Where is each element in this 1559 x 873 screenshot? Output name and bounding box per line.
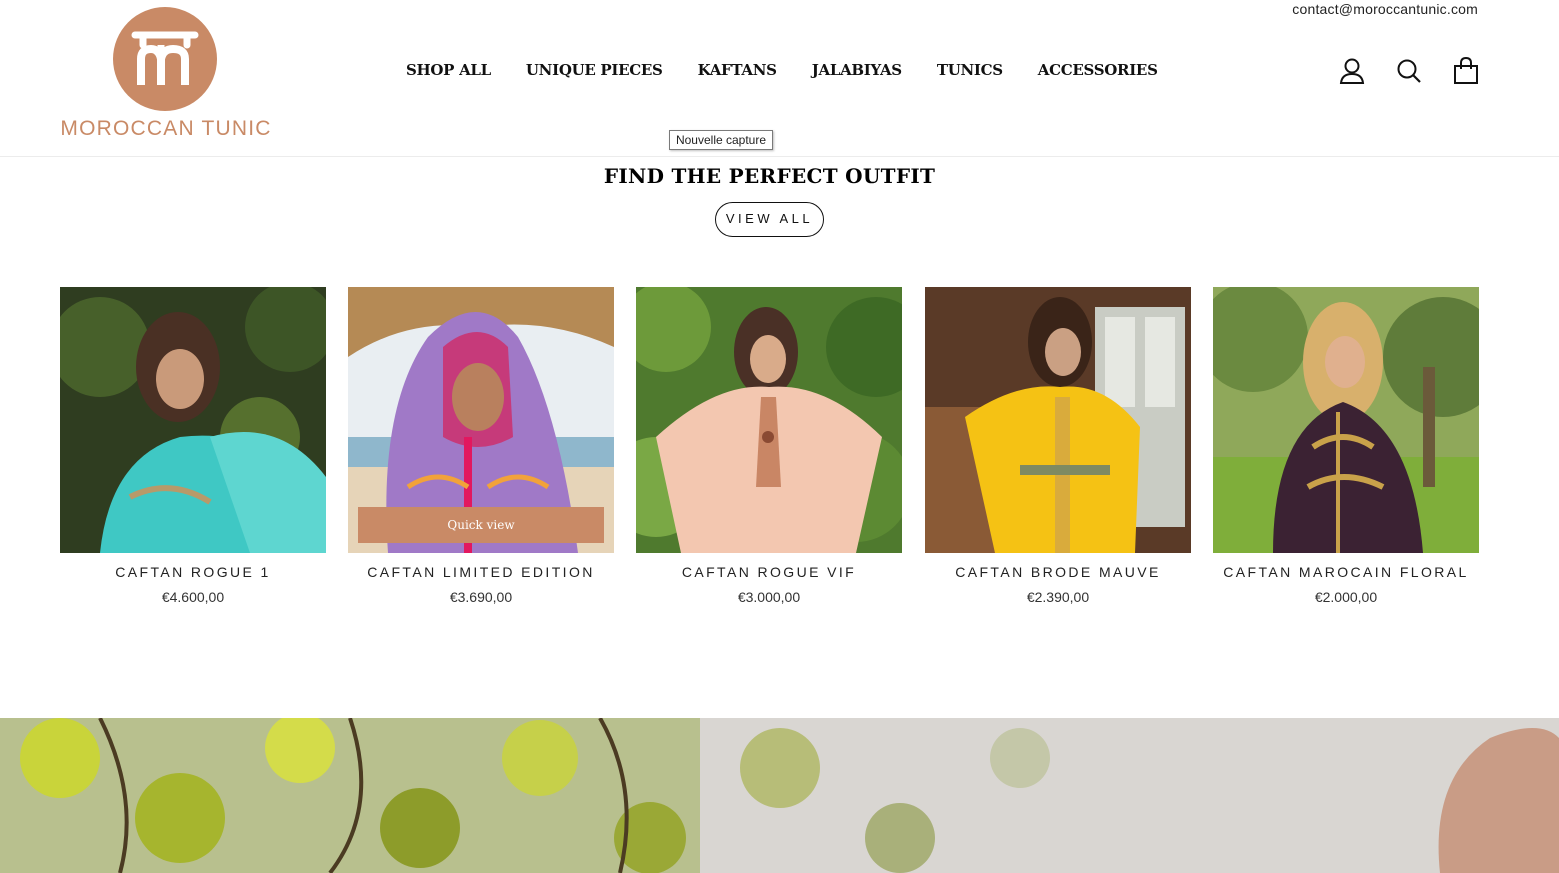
product-name[interactable]: CAFTAN LIMITED EDITION — [348, 564, 614, 580]
section-title: FIND THE PERFECT OUTFIT — [603, 164, 936, 188]
brand-logo[interactable]: MOROCCAN TUNIC — [59, 5, 273, 141]
hero-banner-image — [0, 718, 1559, 873]
nav-unique-pieces[interactable]: UNIQUE PIECES — [526, 61, 663, 83]
main-nav: SHOP ALL UNIQUE PIECES KAFTANS JALABIYAS… — [406, 61, 1193, 83]
product-name[interactable]: CAFTAN BRODE MAUVE — [925, 564, 1191, 580]
contact-email-link[interactable]: contact@moroccantunic.com — [1292, 1, 1478, 17]
product-image[interactable] — [925, 287, 1191, 553]
site-header: contact@moroccantunic.com MOROCCAN TUNIC… — [0, 0, 1559, 157]
cart-icon[interactable] — [1452, 56, 1480, 86]
nav-accessories[interactable]: ACCESSORIES — [1038, 61, 1158, 83]
product-name[interactable]: CAFTAN MAROCAIN FLORAL — [1213, 564, 1479, 580]
product-name[interactable]: CAFTAN ROGUE VIF — [636, 564, 902, 580]
view-all-button[interactable]: VIEW ALL — [715, 202, 824, 237]
product-image[interactable]: Quick view — [348, 287, 614, 553]
product-name[interactable]: CAFTAN ROGUE 1 — [60, 564, 326, 580]
brand-name: MOROCCAN TUNIC — [60, 117, 272, 140]
nav-jalabiyas[interactable]: JALABIYAS — [812, 61, 902, 83]
tooltip: Nouvelle capture — [669, 130, 773, 150]
product-image[interactable] — [60, 287, 326, 553]
nav-tunics[interactable]: TUNICS — [937, 61, 1003, 83]
search-icon[interactable] — [1395, 56, 1423, 86]
user-icon[interactable] — [1338, 56, 1366, 86]
product-price: €3.000,00 — [737, 589, 801, 605]
product-image[interactable] — [636, 287, 902, 553]
mt-monogram-logo-icon — [113, 7, 217, 111]
product-price: €2.390,00 — [1026, 589, 1090, 605]
product-price: €2.000,00 — [1314, 589, 1378, 605]
nav-kaftans[interactable]: KAFTANS — [698, 61, 777, 83]
quick-view-button[interactable]: Quick view — [358, 507, 604, 543]
product-price: €3.690,00 — [449, 589, 513, 605]
product-image[interactable] — [1213, 287, 1479, 553]
product-price: €4.600,00 — [161, 589, 225, 605]
nav-shop-all[interactable]: SHOP ALL — [406, 61, 491, 83]
